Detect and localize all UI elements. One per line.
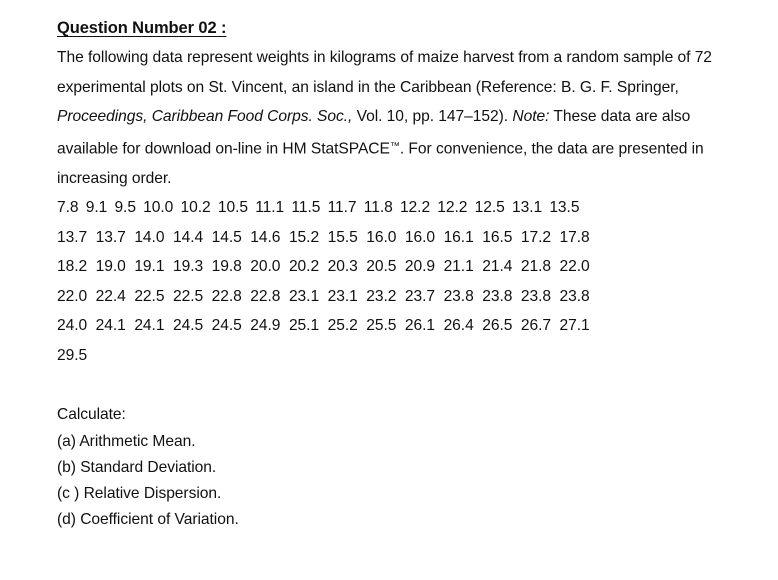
data-value: 26.7 — [520, 317, 552, 334]
question-intro-paragraph: The following data represent weights in … — [57, 43, 738, 193]
data-value: 23.8 — [520, 287, 552, 305]
data-value: 29.5 — [57, 346, 88, 364]
data-value: 14.5 — [211, 228, 242, 246]
data-value: 24.1 — [134, 317, 165, 334]
intro-segment-2: Vol. 10, pp. 147–152). — [352, 108, 513, 125]
data-value: 16.5 — [482, 228, 513, 246]
intro-citation-italic: Proceedings, Caribbean Food Corps. Soc., — [57, 108, 353, 125]
data-value: 22.8 — [211, 287, 242, 305]
calculate-item: (a) Arithmetic Mean. — [57, 433, 196, 450]
calculate-items-list: (a) Arithmetic Mean. (b) Standard Deviati… — [57, 429, 738, 533]
data-value: 24.1 — [95, 317, 126, 334]
data-value: 24.5 — [172, 317, 204, 334]
calculate-item: (c ) Relative Dispersion. — [57, 485, 222, 502]
data-value: 11.5 — [291, 199, 321, 216]
data-value: 22.5 — [134, 287, 165, 305]
data-value: 9.1 — [85, 199, 108, 216]
intro-note-italic: Note: — [512, 108, 550, 125]
data-row: 29.5 — [57, 341, 738, 371]
data-value: 20.0 — [250, 258, 281, 275]
data-value: 19.8 — [211, 258, 242, 275]
data-value: 27.1 — [559, 317, 590, 334]
data-row: 13.7 13.7 14.0 14.4 14.5 14.6 15.2 15.5 16.0 16.0… — [57, 223, 738, 253]
data-value: 26.4 — [443, 317, 474, 334]
data-value: 10.0 — [143, 199, 174, 216]
data-value: 12.2 — [437, 199, 468, 216]
data-row: 24.0 24.1 24.1 24.5 24.5 24.9 25.1 25.2 25.5 26.1… — [57, 311, 738, 341]
calculate-item: (b) Standard Deviation. — [57, 459, 217, 476]
data-value: 21.1 — [443, 258, 474, 275]
data-value: 13.7 — [95, 228, 126, 246]
data-row: 7.8 9.1 9.5 10.0 10.2 10.5 11.1 11.5 11.7 11.8 12.… — [57, 193, 738, 223]
data-row: 22.0 22.4 22.5 22.5 22.8 22.8 23.1 23.1 23.2 23.7… — [57, 282, 738, 312]
data-value: 26.1 — [404, 317, 436, 334]
data-value: 10.5 — [217, 199, 248, 216]
data-value: 11.8 — [363, 199, 393, 216]
data-value: 19.1 — [134, 258, 165, 275]
data-value: 11.7 — [327, 199, 357, 216]
data-value: 20.5 — [366, 258, 397, 275]
data-value: 19.3 — [172, 258, 204, 275]
data-value: 10.2 — [180, 199, 211, 216]
data-value: 21.4 — [482, 258, 513, 275]
data-value: 22.8 — [250, 287, 281, 305]
data-value: 20.2 — [288, 258, 320, 275]
data-value: 24.9 — [250, 317, 281, 334]
data-value: 16.0 — [366, 228, 397, 246]
data-value: 21.8 — [520, 258, 552, 275]
document-page: Question Number 02 : The following data … — [0, 0, 778, 580]
data-value: 15.2 — [288, 228, 320, 246]
data-value: 12.5 — [474, 199, 505, 216]
data-value: 26.5 — [482, 317, 513, 334]
data-value: 24.5 — [211, 317, 242, 334]
data-value: 17.2 — [520, 228, 552, 246]
calculate-label: Calculate: — [57, 405, 126, 423]
data-value: 13.1 — [511, 199, 543, 216]
data-value: 7.8 — [57, 199, 79, 216]
data-value: 20.3 — [327, 258, 358, 275]
data-value: 9.5 — [114, 199, 136, 216]
data-values-block: 7.8 9.1 9.5 10.0 10.2 10.5 11.1 11.5 11.7 11.8 12.… — [57, 193, 738, 370]
data-value: 14.6 — [250, 228, 281, 246]
data-value: 23.1 — [327, 287, 358, 305]
data-value: 25.2 — [327, 317, 358, 334]
data-value: 13.5 — [549, 199, 580, 216]
data-value: 14.4 — [172, 228, 204, 246]
data-value: 22.4 — [95, 287, 126, 305]
data-value: 20.9 — [404, 258, 436, 275]
trademark-symbol: ™ — [389, 140, 400, 152]
data-value: 17.8 — [559, 228, 590, 246]
data-value: 25.5 — [366, 317, 397, 334]
calculate-item: (d) Coefficient of Variation. — [57, 511, 239, 528]
data-value: 23.8 — [559, 287, 590, 305]
data-value: 25.1 — [288, 317, 320, 334]
data-value: 13.7 — [57, 228, 88, 246]
data-value: 16.1 — [443, 228, 474, 246]
data-value: 12.2 — [399, 199, 431, 216]
data-value: 23.2 — [366, 287, 397, 305]
data-value: 15.5 — [327, 228, 358, 246]
data-value: 14.0 — [134, 228, 165, 246]
data-value: 23.7 — [404, 287, 436, 305]
data-value: 23.1 — [288, 287, 320, 305]
data-value: 23.8 — [482, 287, 513, 305]
data-value: 11.1 — [255, 199, 285, 216]
data-row: 18.2 19.0 19.1 19.3 19.8 20.0 20.2 20.3 20.5 20.9… — [57, 252, 738, 282]
data-value: 18.2 — [57, 258, 88, 275]
data-value: 23.8 — [443, 287, 474, 305]
data-value: 24.0 — [57, 317, 88, 334]
page-title: Question Number 02 : — [57, 19, 227, 37]
data-value: 22.0 — [57, 287, 88, 305]
data-value: 22.5 — [172, 287, 204, 305]
intro-segment-1: The following data represent weights in … — [57, 49, 712, 96]
data-value: 19.0 — [95, 258, 126, 275]
data-value: 16.0 — [404, 228, 436, 246]
data-value: 22.0 — [559, 258, 590, 275]
